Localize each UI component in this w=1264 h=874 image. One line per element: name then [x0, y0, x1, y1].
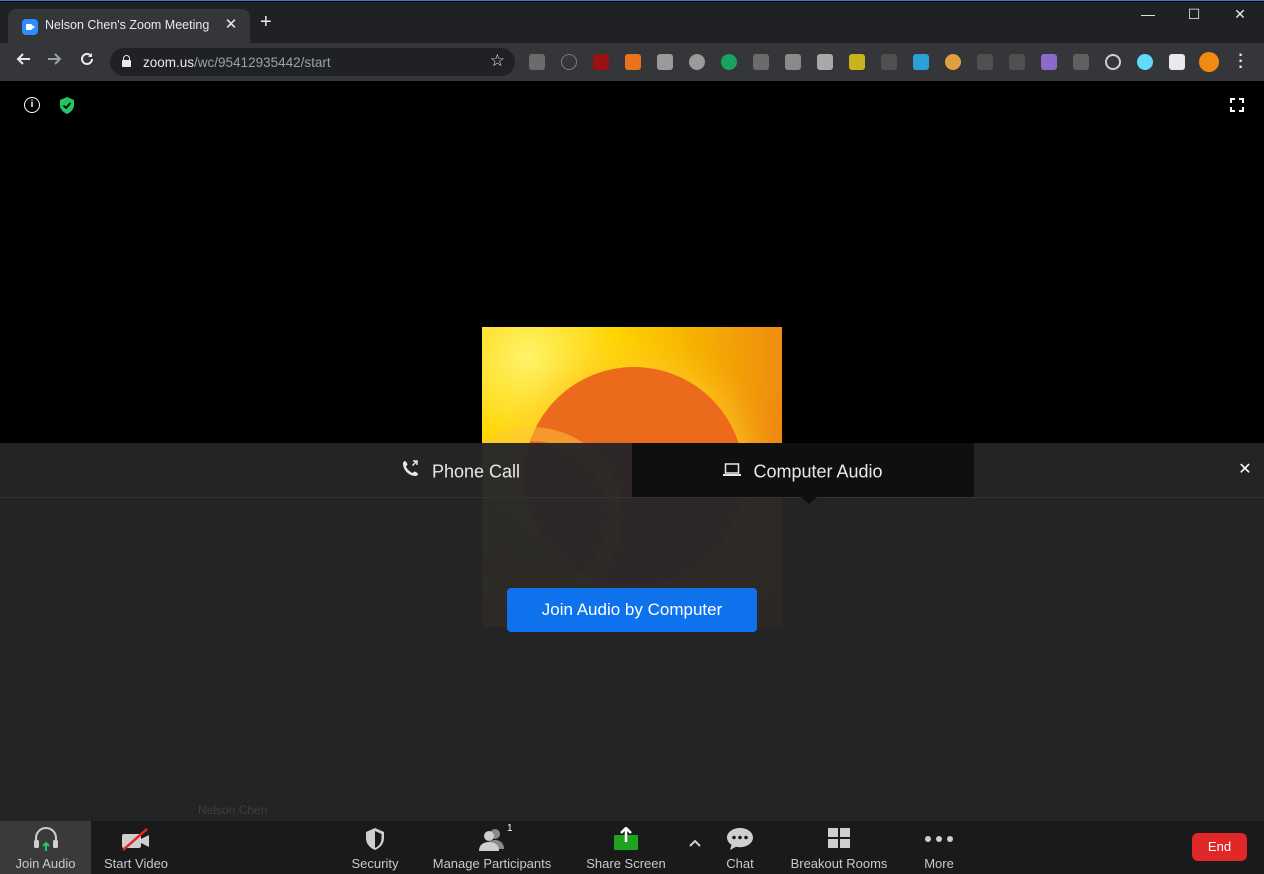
join-audio-button[interactable]: Join Audio — [0, 821, 91, 874]
new-tab-button[interactable]: + — [260, 12, 272, 32]
chat-icon — [726, 827, 754, 854]
join-audio-panel: Phone Call Computer Audio ✕ Join Audio b… — [0, 443, 1264, 821]
reload-icon — [81, 52, 93, 65]
participant-count-badge: 1 — [507, 823, 513, 834]
security-button[interactable]: Security — [340, 821, 410, 874]
meeting-footer-toolbar: Join Audio Start Video Security 1 Manage… — [0, 821, 1264, 874]
color-picker-extension-icon[interactable] — [849, 54, 865, 70]
security-label: Security — [351, 856, 399, 871]
url-path: /wc/95412935442/start — [194, 55, 331, 70]
participants-icon — [477, 827, 507, 854]
forward-arrow-icon — [48, 53, 62, 65]
share-options-button[interactable] — [684, 821, 706, 874]
react-extension-icon[interactable] — [1137, 54, 1153, 70]
end-meeting-button[interactable]: End — [1192, 833, 1247, 861]
breakout-rooms-button[interactable]: Breakout Rooms — [789, 821, 889, 874]
encryption-shield-icon[interactable] — [59, 97, 75, 114]
page-extension-icon[interactable] — [785, 54, 801, 70]
breakout-rooms-icon — [827, 827, 851, 852]
url-host: zoom.us — [143, 55, 195, 70]
meeting-info-icon[interactable]: i — [24, 97, 40, 113]
url-text: zoom.us/wc/95412935442/start — [143, 55, 331, 70]
tab-computer-audio-label: Computer Audio — [753, 461, 883, 482]
participant-name-label: Nelson Chen — [198, 803, 268, 817]
forward-button[interactable] — [44, 51, 66, 73]
headphones-icon — [33, 827, 59, 854]
cat-extension-icon[interactable] — [1041, 54, 1057, 70]
manage-participants-button[interactable]: 1 Manage Participants — [432, 821, 552, 874]
evernote-extension-icon[interactable] — [721, 54, 737, 70]
audio-tabs: Phone Call Computer Audio — [0, 443, 1264, 504]
manage-participants-label: Manage Participants — [432, 856, 552, 871]
asterisk-extension-icon[interactable] — [913, 54, 929, 70]
ublock-extension-icon[interactable] — [593, 54, 609, 70]
tab-phone-call-label: Phone Call — [431, 461, 521, 482]
share-screen-label: Share Screen — [586, 856, 666, 871]
browser-menu-icon[interactable]: · · · — [1236, 48, 1246, 76]
tab-close-button[interactable]: ✕ — [222, 15, 240, 33]
tab-computer-audio[interactable]: Computer Audio — [632, 443, 974, 497]
selected-tab-pointer — [801, 497, 817, 504]
audio-panel-close-button[interactable]: ✕ — [1236, 461, 1254, 479]
video-off-icon — [121, 827, 151, 854]
lock-icon — [122, 55, 131, 67]
phone-icon — [402, 444, 420, 498]
security-shield-icon — [364, 827, 386, 854]
zoom-favicon-icon — [22, 19, 38, 35]
gmail-extension-icon[interactable] — [529, 54, 545, 70]
join-audio-by-computer-button[interactable]: Join Audio by Computer — [507, 588, 757, 632]
minimize-button[interactable]: — — [1125, 6, 1171, 22]
es-extension-icon[interactable] — [1009, 54, 1025, 70]
window-close-button[interactable]: ✕ — [1217, 6, 1263, 23]
breakout-rooms-label: Breakout Rooms — [790, 856, 888, 871]
maximize-button[interactable]: ☐ — [1171, 6, 1217, 23]
fullscreen-icon[interactable] — [1230, 98, 1244, 112]
share-screen-icon — [613, 826, 639, 854]
profile-avatar-icon[interactable] — [1199, 52, 1219, 72]
start-video-label: Start Video — [103, 856, 169, 871]
bookmark-star-icon[interactable]: ☆ — [490, 51, 505, 71]
more-dots-icon — [924, 831, 954, 850]
tab-title: Nelson Chen's Zoom Meeting — [45, 18, 210, 32]
target-extension-icon[interactable] — [1105, 54, 1121, 70]
browser-tab[interactable]: Nelson Chen's Zoom Meeting ✕ — [8, 9, 250, 44]
share-screen-button[interactable]: Share Screen — [585, 821, 667, 874]
chevron-up-icon — [689, 835, 701, 850]
chat-button[interactable]: Chat — [715, 821, 765, 874]
image-extension-icon[interactable] — [817, 54, 833, 70]
cube-extension-icon[interactable] — [977, 54, 993, 70]
start-video-button[interactable]: Start Video — [93, 821, 179, 874]
join-audio-label: Join Audio — [15, 856, 76, 871]
settings-extension-icon[interactable] — [689, 54, 705, 70]
back-arrow-icon — [16, 53, 30, 65]
puzzle-extensions-icon[interactable] — [1169, 54, 1185, 70]
vue-extension-icon[interactable] — [753, 54, 769, 70]
more-label: More — [924, 856, 954, 871]
browser-toolbar: zoom.us/wc/95412935442/start ☆ · · · — [0, 43, 1264, 81]
laptop-icon — [723, 444, 742, 498]
tab-phone-call[interactable]: Phone Call — [290, 443, 632, 497]
meeting-area: i Phone Call Computer Audio ✕ Join Audio… — [0, 81, 1264, 874]
chat-label: Chat — [726, 856, 754, 871]
info-extension-icon[interactable] — [561, 54, 577, 70]
reload-button[interactable] — [76, 51, 98, 73]
face-extension-icon[interactable] — [945, 54, 961, 70]
cloud-extension-icon[interactable] — [657, 54, 673, 70]
browser-window: Nelson Chen's Zoom Meeting ✕ + — ☐ ✕ zoo… — [0, 0, 1264, 874]
more-button[interactable]: More — [914, 821, 964, 874]
list-extension-icon[interactable] — [1073, 54, 1089, 70]
address-bar[interactable]: zoom.us/wc/95412935442/start ☆ — [110, 48, 515, 76]
rss-extension-icon[interactable] — [625, 54, 641, 70]
back-button[interactable] — [12, 51, 34, 73]
x-extension-icon[interactable] — [881, 54, 897, 70]
tab-strip: Nelson Chen's Zoom Meeting ✕ + — ☐ ✕ — [0, 2, 1264, 44]
